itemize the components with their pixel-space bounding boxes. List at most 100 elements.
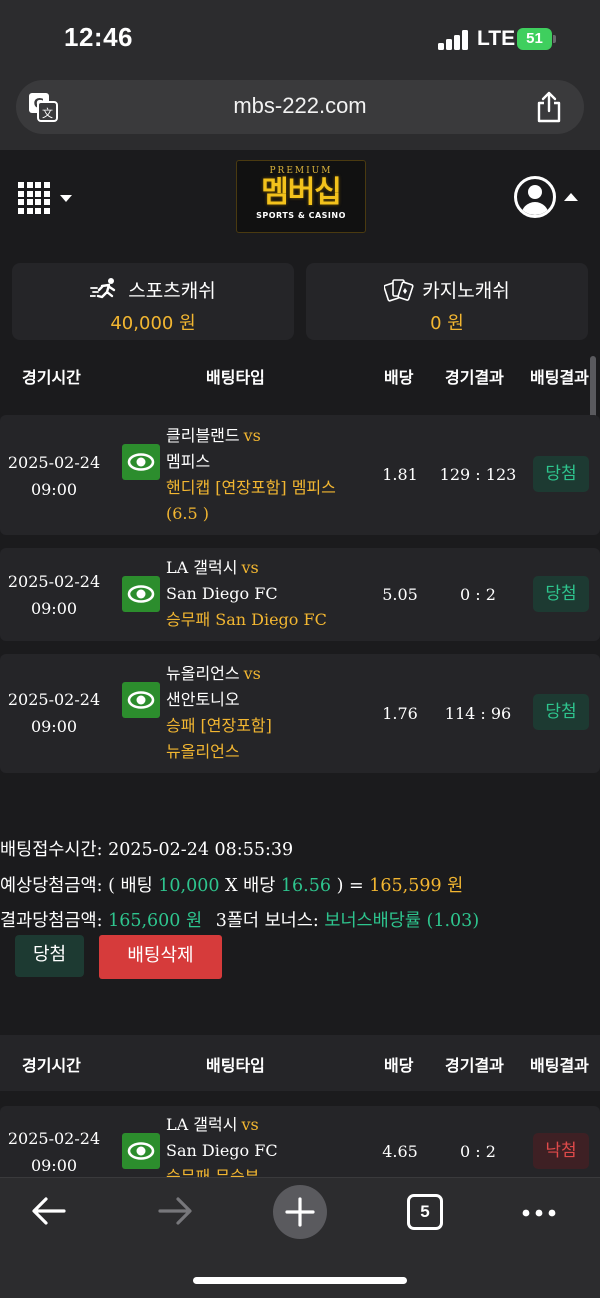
bet-pick: 승무패 San Diego FC	[166, 610, 327, 629]
table-row: 2025-02-24 09:00 LA 갤럭시vs San Diego FC 승…	[0, 548, 600, 641]
delete-bet-button[interactable]: 배팅삭제	[99, 935, 222, 979]
header-type: 배팅타입	[206, 368, 265, 387]
bet-pick: 핸디캡 [연장포함] 멤피스	[166, 478, 336, 497]
header-result: 배팅결과	[530, 368, 589, 387]
cellular-signal-icon	[438, 30, 470, 50]
view-match-button[interactable]	[122, 444, 160, 480]
playing-cards-icon	[384, 279, 414, 302]
accept-time-label: 배팅접수시간:	[0, 840, 103, 860]
vs-label: vs	[243, 426, 261, 445]
home-team: 뉴올리언스	[166, 664, 240, 683]
address-bar[interactable]: G 文 mbs-222.com	[16, 80, 584, 134]
paren-open: (	[108, 876, 115, 896]
away-team: 샌안토니오	[166, 690, 240, 709]
header-score: 경기결과	[445, 368, 504, 387]
forward-arrow-icon[interactable]	[154, 1190, 196, 1232]
more-options-icon[interactable]	[520, 1198, 558, 1228]
grid-icon	[18, 182, 50, 214]
status-bar: 12:46 LTE 51	[0, 0, 600, 78]
match-time: 09:00	[30, 599, 78, 618]
bet-table-header: 경기시간 배팅타입 배당 경기결과 배팅결과	[0, 1035, 600, 1091]
header-odds: 배당	[384, 1056, 414, 1075]
user-avatar-icon	[514, 176, 556, 218]
result-win-line: 결과당첨금액: 165,600 원 3폴더 보너스: 보너스배당률 (1.03)	[0, 907, 479, 932]
away-team: San Diego FC	[166, 1141, 278, 1160]
browser-address-area: G 文 mbs-222.com	[0, 78, 600, 150]
chevron-up-icon	[564, 193, 578, 201]
match-date: 2025-02-24	[7, 572, 101, 591]
casino-cash-card[interactable]: 카지노캐쉬 0 원	[306, 263, 588, 340]
paren-close-equals: ) =	[336, 876, 364, 896]
match-score: 0 : 2	[460, 1142, 496, 1161]
eye-icon	[127, 1142, 155, 1160]
vs-label: vs	[243, 664, 261, 683]
casino-cash-label: 카지노캐쉬	[422, 280, 510, 302]
header-result: 배팅결과	[530, 1056, 589, 1075]
eye-icon	[127, 453, 155, 471]
match-time: 09:00	[30, 1156, 78, 1175]
odds-label: 배당	[243, 876, 276, 896]
status-time: 12:46	[64, 22, 133, 52]
away-team: San Diego FC	[166, 584, 278, 603]
grid-menu-button[interactable]	[18, 182, 74, 216]
home-indicator[interactable]	[193, 1277, 407, 1284]
new-tab-plus-icon[interactable]	[272, 1184, 328, 1240]
logo-main-text: 멤버십	[261, 175, 342, 210]
url-text[interactable]: mbs-222.com	[16, 93, 584, 119]
header-odds: 배당	[384, 368, 414, 387]
match-score: 0 : 2	[460, 585, 496, 604]
win-status-button[interactable]: 당첨	[15, 935, 84, 977]
match-date: 2025-02-24	[7, 453, 101, 472]
chevron-down-icon	[60, 195, 72, 202]
eye-icon	[127, 585, 155, 603]
bet-table-header: 경기시간 배팅타입 배당 경기결과 배팅결과	[0, 350, 600, 398]
vs-label: vs	[241, 1115, 259, 1134]
eye-icon	[127, 691, 155, 709]
match-score: 129 : 123	[439, 465, 517, 484]
accept-time-line: 배팅접수시간: 2025-02-24 08:55:39	[0, 836, 293, 861]
tabs-count-button[interactable]: 5	[407, 1194, 443, 1230]
result-badge-lose: 낙첨	[533, 1133, 589, 1169]
result-badge-win: 당첨	[533, 694, 589, 730]
bet-pick: 승패 [연장포함]	[166, 716, 272, 735]
sports-cash-card[interactable]: 스포츠캐쉬 40,000 원	[12, 263, 294, 340]
home-team: LA 갤럭시	[166, 1115, 238, 1134]
bet-pick-line: (6.5 )	[166, 504, 210, 523]
user-menu-button[interactable]	[514, 176, 580, 220]
bonus-label: 3폴더 보너스:	[215, 911, 319, 931]
multiply-sign: X	[225, 876, 238, 896]
share-icon[interactable]	[536, 91, 562, 123]
site-header: PREMIUM 멤버십 SPORTS & CASINO	[0, 150, 600, 245]
match-time: 09:00	[30, 717, 78, 736]
network-type: LTE	[477, 27, 516, 50]
battery-level: 51	[517, 28, 552, 50]
result-badge-win: 당첨	[533, 456, 589, 492]
match-score: 114 : 96	[444, 704, 512, 723]
site-logo[interactable]: PREMIUM 멤버십 SPORTS & CASINO	[236, 160, 366, 233]
match-date: 2025-02-24	[7, 690, 101, 709]
header-score: 경기결과	[445, 1056, 504, 1075]
back-arrow-icon[interactable]	[28, 1190, 70, 1232]
odds-value: 4.65	[382, 1142, 418, 1161]
odds-value: 1.81	[382, 465, 418, 484]
running-person-icon	[90, 278, 116, 299]
view-match-button[interactable]	[122, 576, 160, 612]
total-odds: 16.56	[280, 876, 332, 896]
match-time: 09:00	[30, 480, 78, 499]
bet-label: 배팅	[120, 876, 153, 896]
battery-icon: 51	[517, 28, 556, 50]
vs-label: vs	[241, 558, 259, 577]
casino-cash-amount: 0 원	[430, 313, 464, 334]
sports-cash-label: 스포츠캐쉬	[128, 280, 216, 302]
view-match-button[interactable]	[122, 1133, 160, 1169]
expected-win-amount: 165,599 원	[369, 876, 464, 896]
home-team: 클리블랜드	[166, 426, 240, 445]
accept-time-value: 2025-02-24 08:55:39	[108, 840, 294, 860]
header-time: 경기시간	[22, 368, 81, 387]
odds-value: 5.05	[382, 585, 418, 604]
bet-pick-line: 뉴올리언스	[166, 742, 240, 761]
result-badge-win: 당첨	[533, 576, 589, 612]
odds-value: 1.76	[382, 704, 418, 723]
view-match-button[interactable]	[122, 682, 160, 718]
header-time: 경기시간	[22, 1056, 81, 1075]
